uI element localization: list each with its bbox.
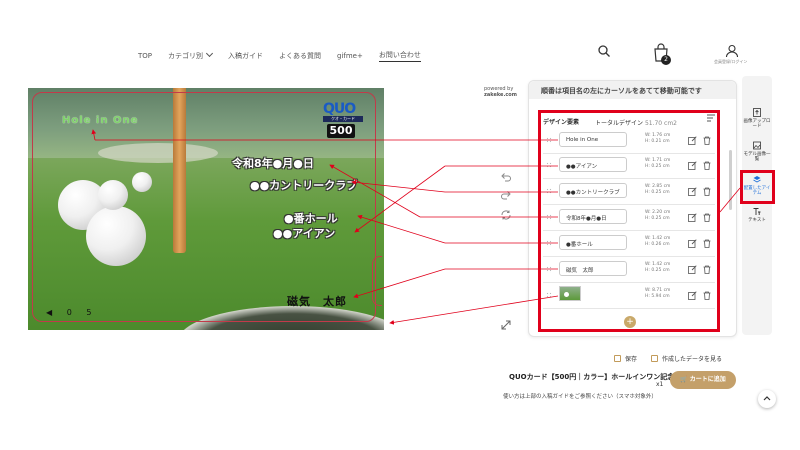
sidebar-item-text[interactable]: テキスト: [742, 207, 772, 223]
quantity: x1: [656, 381, 664, 388]
powered-by: powered by zakeke.com: [484, 86, 517, 98]
cart-label: カートに追加: [689, 376, 726, 383]
view-data-button[interactable]: 作成したデータを見る: [651, 354, 722, 363]
nav-faq[interactable]: よくある質問: [279, 51, 321, 61]
chevron-up-icon: [763, 396, 771, 401]
fullscreen-icon[interactable]: [500, 319, 512, 331]
quo-brand: QUO: [323, 101, 356, 117]
canvas-text-club[interactable]: ●●カントリークラブ: [250, 177, 357, 193]
nav-gifme[interactable]: gifme+: [337, 52, 363, 60]
image-icon: [753, 141, 761, 150]
cart-count-badge: 2: [661, 55, 671, 65]
app-root: TOP カテゴリ別 入稿ガイド よくある質問 gifme+ お問い合わせ 2 会…: [0, 0, 800, 450]
reset-icon[interactable]: [500, 209, 512, 221]
nav-guide[interactable]: 入稿ガイド: [228, 51, 263, 61]
sidebar-item-upload[interactable]: 画像アップロード: [742, 108, 772, 129]
add-to-cart-button[interactable]: 🛒 カートに追加: [670, 371, 736, 389]
save-button[interactable]: 保存: [614, 354, 637, 363]
scroll-top-button[interactable]: [758, 390, 776, 408]
top-nav: TOP カテゴリ別 入稿ガイド よくある質問 gifme+ お問い合わせ: [138, 49, 421, 62]
canvas-text-name[interactable]: 磁気 太郎: [287, 293, 347, 309]
highlight-box-elements: [538, 110, 720, 332]
sidebar-item-label: 画像アップロード: [743, 119, 771, 129]
design-canvas[interactable]: QUO クオ・カード 500 Hole in One 令和8年●月●日 ●●カン…: [28, 88, 384, 330]
undo-icon[interactable]: [500, 171, 512, 183]
highlight-box-sidebar: [740, 170, 775, 204]
sidebar-item-label: テキスト: [748, 218, 766, 223]
powered-line2: zakeke.com: [484, 92, 517, 98]
redo-icon[interactable]: [500, 189, 512, 201]
quo-card-logo: QUO クオ・カード 500: [323, 101, 371, 149]
cart-icon: 🛒: [680, 376, 690, 383]
card-amount: 500: [327, 124, 355, 138]
nav-category-label: カテゴリ別: [168, 52, 204, 60]
usage-hint: 使い方は上部の入稿ガイドをご参照ください（スマホ対象外）: [503, 394, 657, 400]
canvas-text-hole-number[interactable]: ●番ホール: [284, 210, 338, 226]
canvas-text-hole-in-one[interactable]: Hole in One: [62, 115, 138, 126]
nav-category[interactable]: カテゴリ別: [168, 49, 214, 61]
view-data-label: 作成したデータを見る: [662, 356, 723, 363]
panel-header: 順番は項目名の左にカーソルをあてて移動可能です: [529, 81, 736, 99]
save-label: 保存: [625, 356, 638, 363]
text-icon: [753, 208, 761, 215]
upload-icon: [753, 108, 761, 117]
save-icon: [614, 355, 621, 362]
chevron-down-icon: [205, 49, 214, 58]
card-notch: [372, 256, 382, 306]
sidebar-item-models[interactable]: モデル画像一覧: [742, 141, 772, 162]
panel-scrollbar[interactable]: [729, 150, 732, 210]
nav-top[interactable]: TOP: [138, 52, 152, 60]
user-label: 会員登録/ログイン: [714, 59, 748, 64]
canvas-text-iron[interactable]: ●●アイアン: [273, 225, 335, 241]
nav-contact[interactable]: お問い合わせ: [378, 50, 421, 62]
card-serial: ◀ 0 5: [46, 308, 98, 317]
search-icon[interactable]: [598, 45, 610, 57]
sidebar-item-label: モデル画像一覧: [743, 152, 771, 162]
canvas-text-date[interactable]: 令和8年●月●日: [232, 155, 314, 171]
user-icon[interactable]: [725, 44, 739, 58]
product-name: QUOカード【500円｜カラー】ホールインワン記念: [509, 373, 675, 381]
document-icon: [651, 355, 658, 362]
